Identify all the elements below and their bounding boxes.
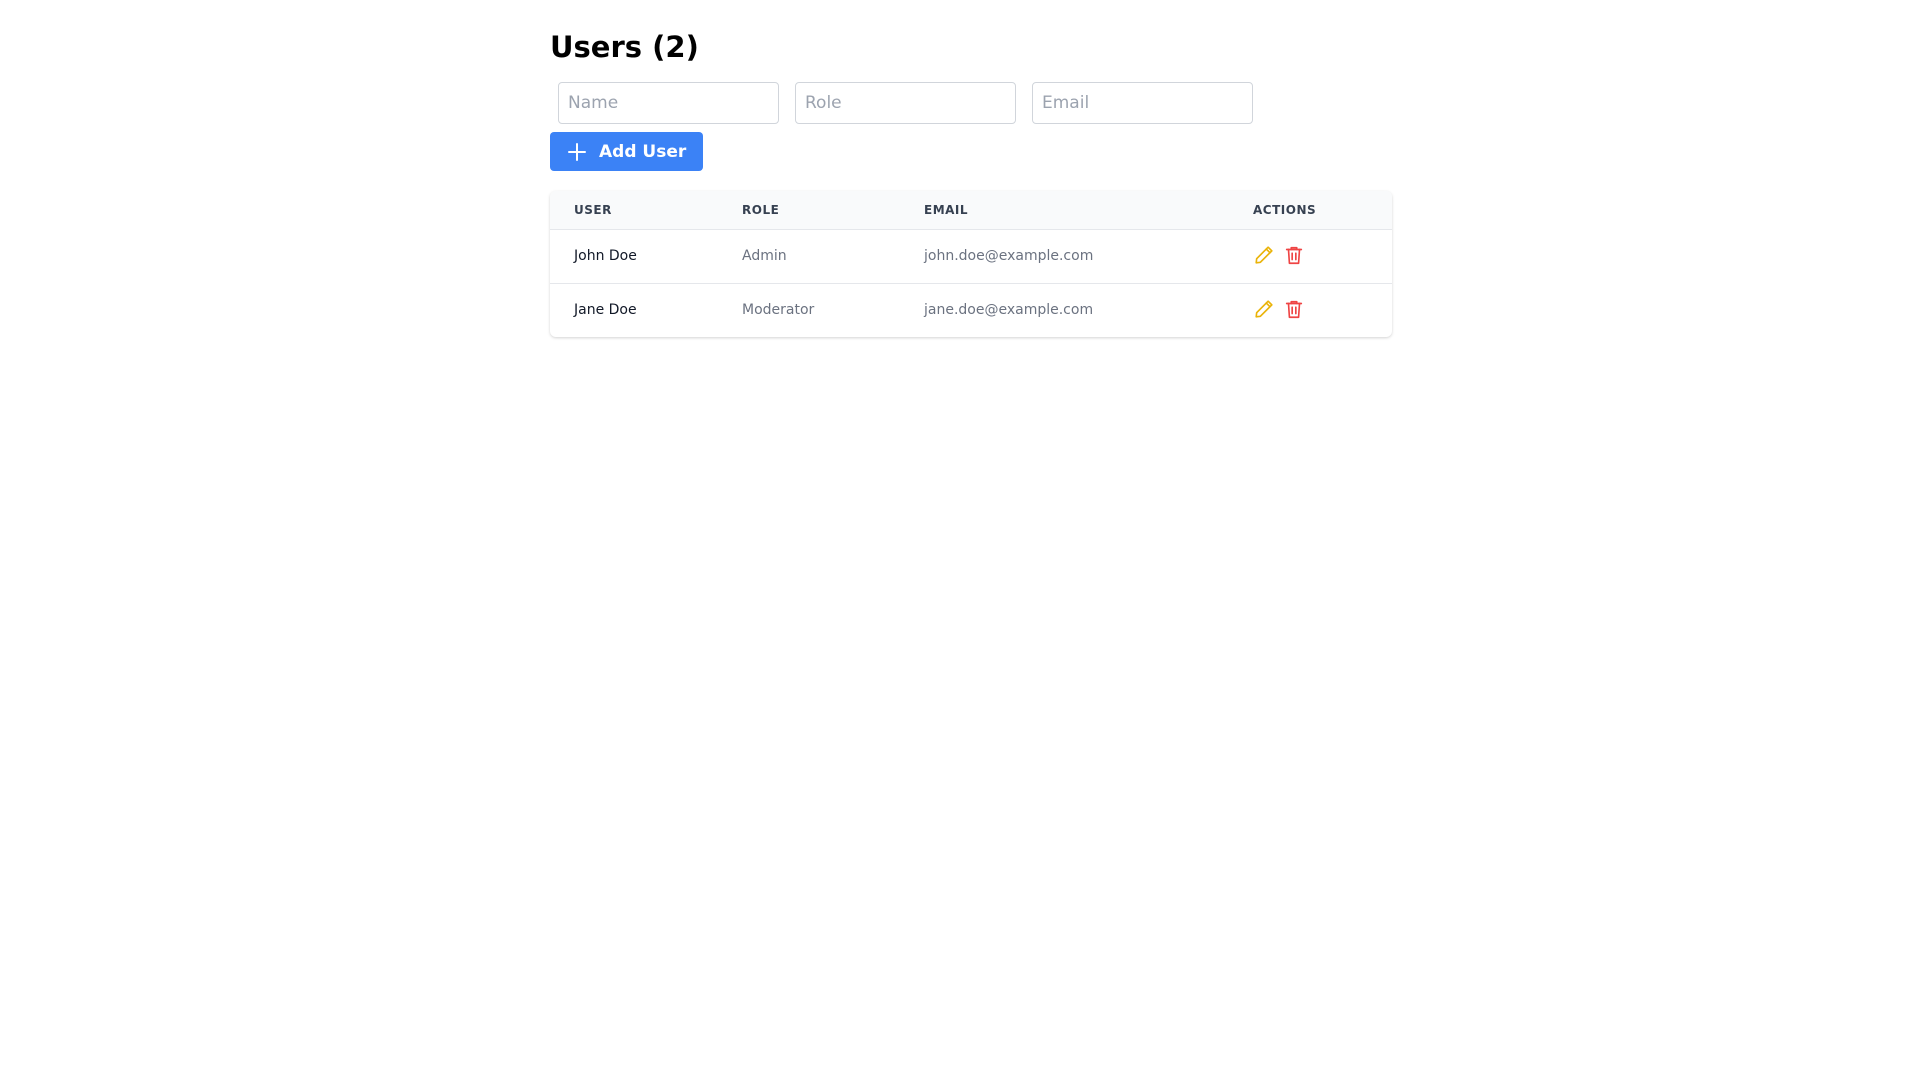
add-user-button-label: Add User bbox=[599, 141, 687, 162]
column-header-role: ROLE bbox=[742, 202, 780, 217]
user-role-cell: Moderator bbox=[742, 302, 815, 319]
actions-cell bbox=[1229, 229, 1392, 283]
name-input[interactable] bbox=[558, 82, 779, 124]
edit-user-button[interactable] bbox=[1253, 298, 1275, 323]
user-role-cell: Admin bbox=[742, 248, 787, 264]
pencil-icon bbox=[1253, 298, 1275, 323]
user-name-cell: Jane Doe bbox=[574, 302, 637, 319]
user-email-cell: john.doe@example.com bbox=[924, 248, 1094, 264]
email-input[interactable] bbox=[1032, 82, 1253, 124]
table-row: John Doe Admin john.doe@example.com bbox=[550, 229, 1392, 283]
delete-user-button[interactable] bbox=[1283, 298, 1305, 323]
users-table-card: USER ROLE EMAIL ACTIONS John Doe Admin j… bbox=[550, 191, 1392, 337]
column-header-user: USER bbox=[574, 202, 612, 217]
column-header-actions: ACTIONS bbox=[1253, 202, 1317, 217]
trash-icon bbox=[1283, 244, 1305, 269]
add-user-form bbox=[550, 82, 1392, 124]
user-email-cell: jane.doe@example.com bbox=[924, 302, 1094, 319]
edit-user-button[interactable] bbox=[1253, 244, 1275, 269]
pencil-icon bbox=[1253, 244, 1275, 269]
page-title: Users (2) bbox=[550, 30, 699, 64]
delete-user-button[interactable] bbox=[1283, 244, 1305, 269]
actions-cell bbox=[1229, 283, 1392, 337]
table-header: USER ROLE EMAIL ACTIONS bbox=[550, 191, 1392, 229]
users-table: USER ROLE EMAIL ACTIONS John Doe Admin j… bbox=[550, 191, 1392, 337]
table-row: Jane Doe Moderator jane.doe@example.com bbox=[550, 283, 1392, 337]
user-name-cell: John Doe bbox=[574, 248, 637, 264]
column-header-email: EMAIL bbox=[924, 202, 969, 217]
users-panel: Users (2) Add User USER ROLE EMAIL ACTIO… bbox=[550, 30, 1392, 337]
plus-icon bbox=[567, 142, 587, 162]
add-user-button[interactable]: Add User bbox=[550, 132, 704, 171]
role-input[interactable] bbox=[795, 82, 1016, 124]
trash-icon bbox=[1283, 298, 1305, 323]
